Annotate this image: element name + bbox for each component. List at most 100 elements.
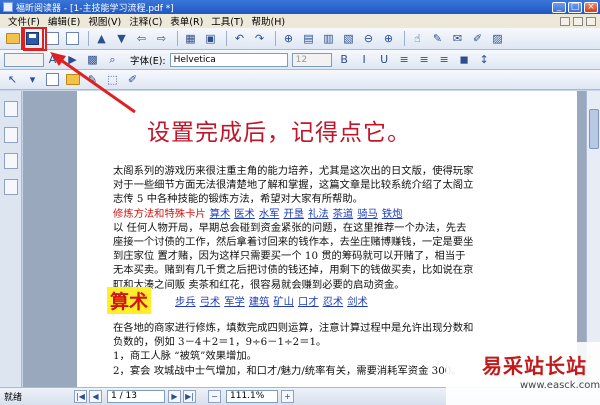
align-right-button[interactable]: ≡ [436, 51, 453, 68]
section-link[interactable]: 步兵 [175, 296, 196, 308]
section-link[interactable]: 矿山 [273, 296, 294, 308]
skill-link[interactable]: 算术 [210, 208, 231, 220]
spacing-button[interactable]: ↕ [476, 51, 493, 68]
section-header: 算术 步兵 弓术 军学 建筑 矿山 口才 忍术 剑术 [107, 287, 372, 314]
doc-minimize-button[interactable] [560, 16, 570, 26]
skill-link[interactable]: 医术 [234, 208, 255, 220]
zoom-field[interactable]: 111.1% [226, 390, 278, 403]
zoom-button[interactable]: ⊕ [280, 30, 297, 47]
zoom-out-status-button[interactable]: − [208, 390, 221, 403]
folder-icon [5, 33, 20, 44]
style-select[interactable] [4, 52, 44, 67]
zoom-in-status-button[interactable]: + [281, 390, 294, 403]
section-link[interactable]: 弓术 [200, 296, 221, 308]
bookmarks-tab[interactable] [3, 101, 18, 117]
save-button[interactable] [21, 27, 44, 50]
skill-link[interactable]: 开垦 [283, 208, 304, 220]
skill-link[interactable]: 礼法 [308, 208, 329, 220]
section-links: 步兵 弓术 军学 建筑 矿山 口才 忍术 剑术 [175, 293, 372, 308]
menu-form[interactable]: 表单(R) [166, 14, 207, 28]
dropdown-icon[interactable]: ▾ [24, 71, 41, 88]
hand-tool-button[interactable]: ☝ [409, 30, 426, 47]
menu-view[interactable]: 视图(V) [84, 14, 125, 28]
attachments-tab[interactable] [3, 179, 18, 195]
section-link[interactable]: 军学 [224, 296, 245, 308]
stamp-button[interactable]: ▩ [84, 51, 101, 68]
next-page-status-button[interactable]: ▶ [168, 390, 181, 403]
skill-link[interactable]: 水军 [259, 208, 280, 220]
bold-button[interactable]: B [336, 51, 353, 68]
font-select[interactable]: Helvetica [169, 52, 288, 67]
prev-page-status-button[interactable]: ◀ [89, 390, 102, 403]
section-title: 算术 [107, 287, 152, 314]
zoom-out-button[interactable]: ⊖ [360, 30, 377, 47]
section-link[interactable]: 剑术 [347, 296, 368, 308]
doc-close-button[interactable] [586, 16, 596, 26]
intro-paragraph: 太阁系列的游戏历来很注重主角的能力培养，尤其是这次出的日文版，使得玩家 对于一些… [113, 164, 553, 292]
scrollbar-thumb[interactable] [589, 109, 599, 149]
play-button[interactable]: ▶ [64, 51, 81, 68]
skill-link[interactable]: 骑马 [357, 208, 378, 220]
fit-width-button[interactable]: ▥ [320, 30, 337, 47]
back-button[interactable]: ⇦ [133, 30, 150, 47]
doc-restore-button[interactable] [573, 16, 583, 26]
page-number-field[interactable]: 1 / 13 [107, 390, 165, 403]
next-page-button[interactable]: ▼ [113, 30, 130, 47]
redo-button[interactable]: ↷ [251, 30, 268, 47]
tool-1-button[interactable] [44, 71, 61, 88]
prev-page-button[interactable]: ▲ [93, 30, 110, 47]
title-bar: 福昕阅读器 - [1-主技能学习流程.pdf *] _ □ × [0, 0, 600, 14]
highlight-button[interactable]: ✐ [469, 30, 486, 47]
italic-button[interactable]: I [356, 51, 373, 68]
font-label: 字体(E): [130, 55, 166, 67]
color-button[interactable]: ◼ [456, 51, 473, 68]
actual-size-button[interactable]: ▧ [340, 30, 357, 47]
text-line: 在各地的商家进行修炼，填数完成四则运算，注意计算过程中是允许出现分数和 [113, 322, 474, 334]
snapshot-button[interactable]: ▣ [202, 30, 219, 47]
red-label: 修炼方法和特殊卡片 [113, 207, 206, 220]
image-button[interactable]: ▨ [489, 30, 506, 47]
skill-link[interactable]: 铁炮 [382, 208, 403, 220]
menu-edit[interactable]: 编辑(E) [44, 14, 84, 28]
text-line: 座接一个讨债的工作，然后拿着讨回来的钱作本，去坐庄赌博赚钱，一定是要坐 [113, 236, 474, 249]
email-button[interactable] [64, 30, 81, 47]
first-page-button[interactable]: |◀ [74, 390, 87, 403]
close-button[interactable]: × [584, 1, 598, 13]
section-link[interactable]: 建筑 [249, 296, 270, 308]
align-left-button[interactable]: ≡ [396, 51, 413, 68]
text-tool-button[interactable]: A [44, 51, 61, 68]
tool-2-button[interactable] [64, 71, 81, 88]
menu-help[interactable]: 帮助(H) [248, 14, 290, 28]
section-link[interactable]: 忍术 [323, 296, 344, 308]
note-button[interactable]: ✉ [449, 30, 466, 47]
open-button[interactable] [4, 30, 21, 47]
font-size-select[interactable]: 12 [291, 52, 332, 67]
zoom-in-button[interactable]: ⊕ [380, 30, 397, 47]
watermark-text: 易采站长站 [482, 354, 587, 378]
arrow-tool-button[interactable]: ↖ [4, 71, 21, 88]
box-icon [46, 73, 59, 86]
align-center-button[interactable]: ≡ [416, 51, 433, 68]
menu-comment[interactable]: 注释(C) [125, 14, 166, 28]
forward-button[interactable]: ⇨ [153, 30, 170, 47]
layers-tab[interactable] [3, 153, 18, 169]
skill-link[interactable]: 茶道 [333, 208, 354, 220]
fit-page-button[interactable]: ▤ [300, 30, 317, 47]
last-page-button[interactable]: ▶| [183, 390, 196, 403]
typewriter-button[interactable]: ✎ [429, 30, 446, 47]
menu-tools[interactable]: 工具(T) [207, 14, 247, 28]
print-button[interactable] [44, 30, 61, 47]
maximize-button[interactable]: □ [568, 1, 582, 13]
minimize-button[interactable]: _ [552, 1, 566, 13]
search-button[interactable]: ⌕ [104, 51, 121, 68]
pages-tab[interactable] [3, 127, 18, 143]
tool-4-button[interactable]: ⬚ [104, 71, 121, 88]
tool-3-button[interactable]: ✎ [84, 71, 101, 88]
underline-button[interactable]: U [376, 51, 393, 68]
skills-line: 修炼方法和特殊卡片 算术 医术 水军 开垦 礼法 茶道 骑马 铁炮 [113, 207, 553, 221]
menu-file[interactable]: 文件(F) [4, 14, 44, 28]
undo-button[interactable]: ↶ [231, 30, 248, 47]
select-text-button[interactable]: ▦ [182, 30, 199, 47]
tool-5-button[interactable]: ✐ [124, 71, 141, 88]
section-link[interactable]: 口才 [298, 296, 319, 308]
